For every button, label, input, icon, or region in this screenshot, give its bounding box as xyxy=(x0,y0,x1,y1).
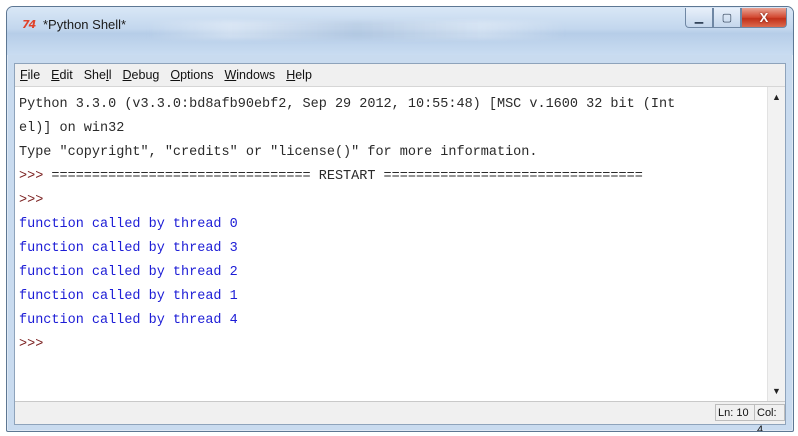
shell-text-area[interactable]: Python 3.3.0 (v3.3.0:bd8afb90ebf2, Sep 2… xyxy=(15,87,767,401)
title-bar[interactable]: 74 *Python Shell* ▁ ▢ X xyxy=(7,7,793,55)
shell-line: >>> ================================ RES… xyxy=(19,165,767,189)
status-line-number: Ln: 10 xyxy=(715,404,755,421)
program-output: function called by thread 3 xyxy=(19,241,238,256)
shell-prompt: >>> xyxy=(19,169,52,184)
shell-line: el)] on win32 xyxy=(19,117,767,141)
window-title: *Python Shell* xyxy=(43,17,127,32)
menu-item-label-ul: E xyxy=(51,68,60,82)
title-bar-glow xyxy=(147,21,567,39)
menu-item-label-ul: F xyxy=(20,68,28,82)
python-idle-icon: 74 xyxy=(22,18,36,31)
shell-banner-text: Python 3.3.0 (v3.3.0:bd8afb90ebf2, Sep 2… xyxy=(19,97,676,112)
shell-line: function called by thread 0 xyxy=(19,213,767,237)
menu-item-label-post: indows xyxy=(236,68,276,82)
menu-item[interactable]: File xyxy=(19,68,41,82)
menu-item-label-ul: W xyxy=(224,68,237,82)
status-bar: Ln: 10 Col: 4 xyxy=(15,401,785,431)
menu-item-label-pre: She xyxy=(83,68,106,82)
menu-item[interactable]: Shell xyxy=(83,68,113,82)
menu-item[interactable]: Debug xyxy=(122,68,161,82)
menu-item-label-ul: O xyxy=(170,68,181,82)
menu-item-label-post: elp xyxy=(295,68,312,82)
window-controls: ▁ ▢ X xyxy=(685,8,787,29)
shell-line: function called by thread 4 xyxy=(19,309,767,333)
status-column-number: Col: 4 xyxy=(754,404,785,431)
menu-item-label-post: dit xyxy=(59,68,73,82)
program-output: function called by thread 0 xyxy=(19,217,238,232)
shell-banner-text: Type "copyright", "credits" or "license(… xyxy=(19,145,538,160)
scroll-down-arrow-icon[interactable]: ▼ xyxy=(769,383,784,399)
shell-line: function called by thread 3 xyxy=(19,237,767,261)
menu-item-label-ul: D xyxy=(122,68,132,82)
menu-item-label-post: l xyxy=(108,68,112,82)
restart-banner: ================================ RESTART… xyxy=(51,169,643,184)
program-output: function called by thread 4 xyxy=(19,313,238,328)
shell-line: >>> xyxy=(19,189,767,213)
shell-client-area: File Edit Shell Debug Options Windows Help Pyt… xyxy=(14,63,786,431)
vertical-scrollbar[interactable]: ▲ ▼ xyxy=(767,87,785,401)
maximize-icon[interactable]: ▢ xyxy=(713,8,741,28)
shell-prompt: >>> xyxy=(19,193,44,208)
shell-prompt: >>> xyxy=(19,337,44,352)
shell-line: function called by thread 1 xyxy=(19,285,767,309)
python-shell-window: 74 *Python Shell* ▁ ▢ X File Edit Shell Deb… xyxy=(6,6,794,432)
scroll-up-arrow-icon[interactable]: ▲ xyxy=(769,89,784,105)
menu-item-label-post: ptions xyxy=(180,68,214,82)
program-output: function called by thread 1 xyxy=(19,289,238,304)
shell-line: >>> xyxy=(19,333,767,357)
menu-item[interactable]: Options xyxy=(169,68,214,82)
close-icon[interactable]: X xyxy=(741,8,787,28)
menu-item-label-post: ile xyxy=(27,68,41,82)
program-output: function called by thread 2 xyxy=(19,265,238,280)
shell-line: Type "copyright", "credits" or "license(… xyxy=(19,141,767,165)
menu-item[interactable]: Windows xyxy=(223,68,276,82)
menu-item-label-post: ebug xyxy=(131,68,160,82)
shell-line: Python 3.3.0 (v3.3.0:bd8afb90ebf2, Sep 2… xyxy=(19,93,767,117)
shell-line: function called by thread 2 xyxy=(19,261,767,285)
menu-bar: File Edit Shell Debug Options Windows Help xyxy=(15,64,785,87)
menu-item[interactable]: Edit xyxy=(50,68,74,82)
shell-banner-text: el)] on win32 xyxy=(19,121,125,136)
minimize-icon[interactable]: ▁ xyxy=(685,8,713,28)
menu-item-label-ul: H xyxy=(286,68,296,82)
menu-item[interactable]: Help xyxy=(285,68,313,82)
